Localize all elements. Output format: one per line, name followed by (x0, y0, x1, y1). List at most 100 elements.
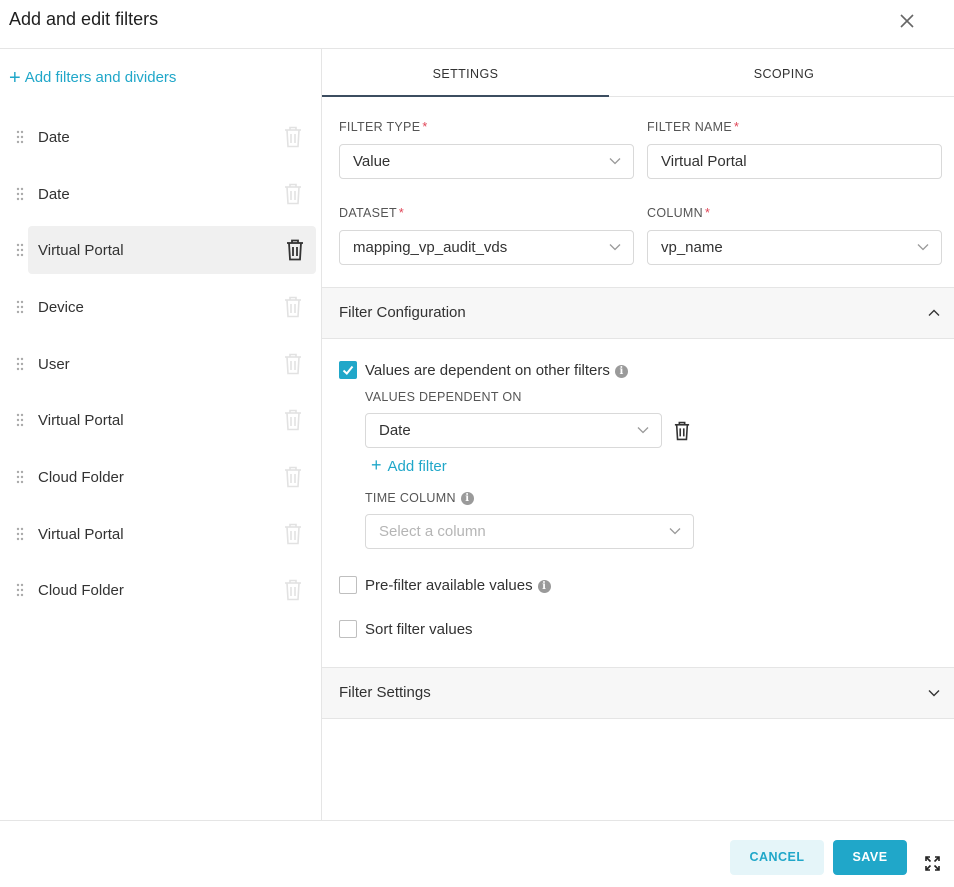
info-icon[interactable]: i (460, 492, 474, 505)
dataset-value: mapping_vp_audit_vds (353, 239, 508, 256)
trash-icon[interactable] (284, 353, 302, 375)
plus-icon: + (9, 66, 21, 89)
tab-scoping[interactable]: SCOPING (622, 49, 946, 97)
filter-name-input[interactable] (647, 144, 942, 179)
plus-icon: + (371, 455, 382, 475)
add-filters-and-dividers-button[interactable]: + Add filters and dividers (9, 66, 177, 89)
filter-item-cloud-folder-1[interactable]: Cloud Folder (10, 453, 316, 501)
chevron-down-icon (928, 690, 940, 697)
filter-item-label: Cloud Folder (38, 468, 124, 486)
filter-settings-header[interactable]: Filter Settings (322, 667, 954, 719)
chevron-down-icon (637, 427, 649, 434)
add-filters-label: Add filters and dividers (24, 69, 177, 86)
dataset-select[interactable]: mapping_vp_audit_vds (339, 230, 634, 265)
save-button[interactable]: SAVE (833, 840, 907, 875)
filter-item-user[interactable]: User (10, 340, 316, 388)
filter-item-label: Device (38, 298, 84, 316)
filter-item-virtual-portal-3[interactable]: Virtual Portal (10, 510, 316, 558)
chevron-down-icon (609, 158, 621, 165)
prefilter-label-text: Pre-filter available values (365, 577, 533, 594)
chevron-down-icon (669, 528, 681, 535)
filter-type-value: Value (353, 153, 391, 170)
filter-settings-title: Filter Settings (339, 684, 431, 701)
chevron-down-icon (917, 244, 929, 251)
trash-icon[interactable] (284, 296, 302, 318)
trash-icon[interactable] (284, 126, 302, 148)
filter-configuration-title: Filter Configuration (339, 304, 466, 321)
filter-list-panel: + Add filters and dividers Date Date Vir… (0, 49, 322, 821)
trash-icon[interactable] (284, 466, 302, 488)
tab-bar: SETTINGS SCOPING (322, 49, 954, 97)
drag-handle-icon[interactable] (16, 413, 24, 427)
filter-item-label: Virtual Portal (38, 411, 124, 429)
filter-item-label: Cloud Folder (38, 581, 124, 599)
required-mark: * (398, 206, 405, 220)
trash-icon[interactable] (284, 183, 302, 205)
filter-item-device[interactable]: Device (10, 283, 316, 331)
filter-type-label: FILTER TYPE * (339, 120, 428, 134)
dependent-label: Values are dependent on other filters i (365, 362, 628, 379)
values-dependent-on-label: VALUES DEPENDENT ON (365, 390, 522, 404)
required-mark: * (704, 206, 711, 220)
dependent-checkbox[interactable] (339, 361, 357, 379)
filter-item-label: Date (38, 185, 70, 203)
trash-icon[interactable] (286, 239, 304, 261)
sort-label: Sort filter values (365, 621, 473, 638)
filter-item-label: Date (38, 128, 70, 146)
info-icon[interactable]: i (537, 580, 551, 593)
filter-name-label: FILTER NAME * (647, 120, 739, 134)
time-column-placeholder: Select a column (379, 523, 486, 540)
filter-item-date-2[interactable]: Date (10, 170, 316, 218)
required-mark: * (422, 120, 428, 134)
drag-handle-icon[interactable] (16, 527, 24, 541)
column-value: vp_name (661, 239, 723, 256)
dataset-label-text: DATASET (339, 206, 397, 220)
filter-item-label: Virtual Portal (38, 241, 124, 259)
filter-editor-panel: SETTINGS SCOPING FILTER TYPE * Value FILT… (322, 49, 954, 821)
info-icon[interactable]: i (614, 365, 628, 378)
modal-header: Add and edit filters (0, 0, 954, 49)
expand-icon[interactable] (925, 856, 940, 871)
add-filter-button[interactable]: + Add filter (371, 455, 447, 476)
close-icon[interactable] (896, 10, 918, 32)
add-filter-label: Add filter (387, 458, 447, 475)
dependent-label-text: Values are dependent on other filters (365, 362, 610, 379)
time-column-label-text: TIME COLUMN (365, 491, 456, 505)
filter-item-cloud-folder-2[interactable]: Cloud Folder (10, 566, 316, 614)
tab-settings[interactable]: SETTINGS (322, 49, 609, 97)
dependent-on-select[interactable]: Date (365, 413, 662, 448)
modal-footer: CANCEL SAVE (0, 820, 954, 887)
trash-icon[interactable] (284, 579, 302, 601)
time-column-select[interactable]: Select a column (365, 514, 694, 549)
drag-handle-icon[interactable] (16, 243, 24, 257)
dataset-label: DATASET * (339, 206, 404, 220)
time-column-label: TIME COLUMN i (365, 491, 474, 505)
filter-item-label: User (38, 355, 70, 373)
required-mark: * (734, 120, 740, 134)
drag-handle-icon[interactable] (16, 130, 24, 144)
filter-item-date-1[interactable]: Date (10, 113, 316, 161)
filter-item-virtual-portal-active[interactable]: Virtual Portal (16, 226, 316, 274)
filter-type-select[interactable]: Value (339, 144, 634, 179)
drag-handle-icon[interactable] (16, 583, 24, 597)
cancel-button[interactable]: CANCEL (730, 840, 824, 875)
filter-item-label: Virtual Portal (38, 525, 124, 543)
modal-title: Add and edit filters (9, 9, 159, 29)
filter-type-label-text: FILTER TYPE (339, 120, 421, 134)
filter-item-virtual-portal-2[interactable]: Virtual Portal (10, 396, 316, 444)
prefilter-label: Pre-filter available values i (365, 577, 551, 594)
column-select[interactable]: vp_name (647, 230, 942, 265)
prefilter-checkbox[interactable] (339, 576, 357, 594)
column-label-text: COLUMN (647, 206, 703, 220)
drag-handle-icon[interactable] (16, 187, 24, 201)
sort-checkbox[interactable] (339, 620, 357, 638)
filter-configuration-header[interactable]: Filter Configuration (322, 287, 954, 339)
drag-handle-icon[interactable] (16, 470, 24, 484)
filter-name-label-text: FILTER NAME (647, 120, 733, 134)
trash-icon[interactable] (674, 421, 690, 441)
trash-icon[interactable] (284, 523, 302, 545)
chevron-down-icon (609, 244, 621, 251)
trash-icon[interactable] (284, 409, 302, 431)
drag-handle-icon[interactable] (16, 300, 24, 314)
drag-handle-icon[interactable] (16, 357, 24, 371)
